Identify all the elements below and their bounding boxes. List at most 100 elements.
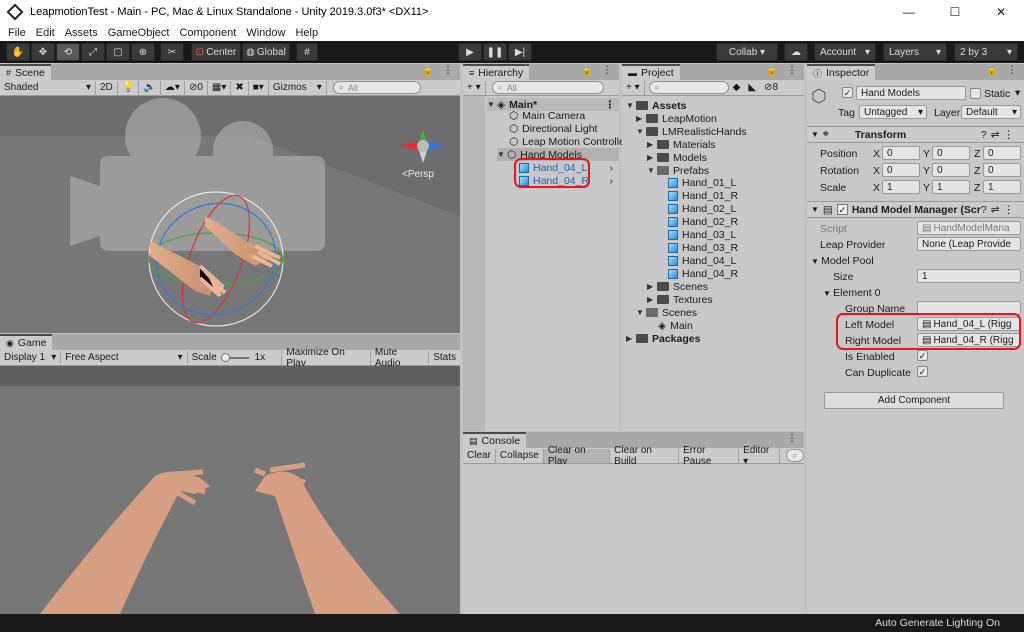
grid-icon[interactable]: ▦▾ <box>208 80 232 95</box>
folder-scenes-root[interactable]: ▼ Scenes <box>636 306 697 319</box>
prefab-hand-03-l[interactable]: Hand_03_L <box>668 228 736 241</box>
console-search-input[interactable]: ⌕ <box>786 449 804 462</box>
mute-audio-toggle[interactable]: Mute Audio <box>371 347 430 369</box>
2d-toggle[interactable]: 2D <box>96 80 118 95</box>
rotate-tool-icon[interactable]: ⟲ <box>56 43 80 61</box>
object-name-input[interactable]: Hand Models <box>856 86 966 100</box>
menu-assets[interactable]: Assets <box>65 27 98 39</box>
panel-menu-icon[interactable]: 🔒 ⋮ <box>986 65 1020 76</box>
static-dropdown-icon[interactable]: ▾ <box>1015 87 1020 99</box>
console-error-pause-button[interactable]: Error Pause <box>679 445 740 467</box>
panel-menu-icon[interactable]: 🔒 ⋮ <box>422 65 456 76</box>
audio-icon[interactable]: 🔈 <box>139 80 161 95</box>
rotation-x-field[interactable]: 0 <box>882 163 920 177</box>
layers-dropdown[interactable]: Layers ▾ <box>883 43 947 61</box>
tab-inspector[interactable]: ⓘ Inspector <box>807 64 876 80</box>
game-viewport[interactable] <box>0 366 460 614</box>
cloud-icon[interactable]: ☁ <box>784 43 808 61</box>
panel-menu-icon[interactable]: 🔒 ⋮ <box>581 65 615 76</box>
folder-scenes[interactable]: ▶ Scenes <box>647 280 708 293</box>
size-field[interactable]: 1 <box>917 269 1021 283</box>
prefab-hand-03-r[interactable]: Hand_03_R <box>668 241 738 254</box>
tab-project[interactable]: ▬ Project <box>622 64 680 80</box>
folder-models[interactable]: ▶ Models <box>647 151 707 164</box>
component-menu-icon[interactable]: ?⇌⋮ <box>981 129 1018 141</box>
active-checkbox[interactable]: ✓ <box>842 87 853 98</box>
prefab-hand-02-r[interactable]: Hand_02_R <box>668 215 738 228</box>
rect-tool-icon[interactable]: ▢ <box>106 43 130 61</box>
scale-tool-icon[interactable]: ⤢ <box>81 43 105 61</box>
folder-textures[interactable]: ▶ Textures <box>647 293 713 306</box>
rotation-y-field[interactable]: 0 <box>932 163 970 177</box>
chevron-right-icon[interactable]: › <box>610 175 614 187</box>
console-clear-button[interactable]: Clear <box>463 448 496 463</box>
is-enabled-checkbox[interactable]: ✓ <box>917 350 928 361</box>
grid-snap-icon[interactable]: # <box>296 43 318 61</box>
maximize-on-play-toggle[interactable]: Maximize On Play <box>282 347 371 369</box>
element-0-label[interactable]: ▼ Element 0 <box>823 287 880 299</box>
model-pool-label[interactable]: ▼ Model Pool <box>811 255 874 267</box>
prefab-hand-04-r[interactable]: Hand_04_R <box>668 267 738 280</box>
tab-scene[interactable]: # Scene <box>0 64 51 80</box>
transform-header[interactable]: ▼ ⌖ Transform ?⇌⋮ <box>807 126 1024 143</box>
folder-leapmotion[interactable]: ▶ LeapMotion <box>636 112 717 125</box>
layout-dropdown[interactable]: 2 by 3 ▾ <box>954 43 1018 61</box>
display-dropdown[interactable]: Display 1 ▾ <box>0 350 62 365</box>
perspective-label[interactable]: <Persp <box>402 169 434 180</box>
camera-icon[interactable]: ■▾ <box>249 80 269 95</box>
scale-slider[interactable]: Scale 1x <box>188 350 283 365</box>
console-clear-on-build-button[interactable]: Clear on Build <box>610 445 680 467</box>
hand-tool-icon[interactable]: ✋ <box>6 43 30 61</box>
prefab-hand-01-l[interactable]: Hand_01_L <box>668 176 736 189</box>
prefab-hand-04-l[interactable]: Hand_04_L <box>668 254 736 267</box>
layer-dropdown[interactable]: Default ▾ <box>961 105 1021 119</box>
menu-component[interactable]: Component <box>179 27 236 39</box>
console-clear-on-play-button[interactable]: Clear on Play <box>543 445 611 467</box>
create-plus-icon[interactable]: + ▾ <box>463 80 486 95</box>
label-icon[interactable]: ◣ <box>744 81 760 95</box>
scale-y-field[interactable]: 1 <box>932 180 970 194</box>
project-search-input[interactable]: ⌕ <box>648 81 729 94</box>
hierarchy-search-input[interactable]: ⌕ All <box>491 81 604 94</box>
hand-model-manager-header[interactable]: ▼ ▤ ✓ Hand Model Manager (Scr ?⇌⋮ <box>807 201 1024 218</box>
aspect-dropdown[interactable]: Free Aspect ▾ <box>61 350 188 365</box>
hierarchy-item-directional-light[interactable]: ⬡ Directional Light <box>509 122 597 135</box>
panel-menu-icon[interactable]: ⋮ <box>787 433 800 444</box>
effects-icon[interactable]: ☁▾ <box>161 80 185 95</box>
menu-file[interactable]: File <box>8 27 26 39</box>
step-button[interactable]: ▶| <box>508 43 532 61</box>
position-x-field[interactable]: 0 <box>882 146 920 160</box>
static-checkbox[interactable] <box>970 88 981 99</box>
tab-hierarchy[interactable]: ≡ Hierarchy <box>463 64 530 80</box>
menu-edit[interactable]: Edit <box>36 27 55 39</box>
scene-search-input[interactable]: ⌕ All <box>332 81 421 94</box>
add-component-button[interactable]: Add Component <box>824 392 1004 409</box>
folder-packages[interactable]: ▶ Packages <box>626 332 700 345</box>
global-local-button[interactable]: ◍ Global <box>242 43 290 61</box>
chevron-right-icon[interactable]: › <box>610 162 614 174</box>
prefab-hand-02-l[interactable]: Hand_02_L <box>668 202 736 215</box>
can-duplicate-checkbox[interactable]: ✓ <box>917 366 928 377</box>
scene-asset-main[interactable]: ◈ Main <box>658 319 693 332</box>
close-button[interactable]: ✕ <box>978 0 1024 24</box>
prefab-hand-01-r[interactable]: Hand_01_R <box>668 189 738 202</box>
leap-provider-field[interactable]: None (Leap Provide <box>917 237 1021 251</box>
tab-game[interactable]: ◉ Game <box>0 334 53 350</box>
maximize-button[interactable]: ☐ <box>932 0 978 24</box>
custom-tool-icon[interactable]: ✂ <box>160 43 184 61</box>
menu-gameobject[interactable]: GameObject <box>108 27 170 39</box>
folder-assets[interactable]: ▼ Assets <box>626 99 686 112</box>
menu-help[interactable]: Help <box>295 27 318 39</box>
shading-mode-dropdown[interactable]: Shaded ▾ <box>0 80 96 95</box>
component-menu-icon[interactable]: ?⇌⋮ <box>981 204 1018 216</box>
gizmos-dropdown[interactable]: Gizmos ▾ <box>269 80 327 95</box>
rotation-z-field[interactable]: 0 <box>983 163 1021 177</box>
scale-z-field[interactable]: 1 <box>983 180 1021 194</box>
scale-x-field[interactable]: 1 <box>882 180 920 194</box>
hierarchy-item-leap-motion[interactable]: ⬡ Leap Motion Controlle <box>509 135 625 148</box>
create-plus-icon[interactable]: + ▾ <box>622 80 645 95</box>
folder-materials[interactable]: ▶ Materials <box>647 138 716 151</box>
component-enabled-checkbox[interactable]: ✓ <box>836 204 848 215</box>
position-z-field[interactable]: 0 <box>983 146 1021 160</box>
transform-tool-icon[interactable]: ⊕ <box>131 43 155 61</box>
